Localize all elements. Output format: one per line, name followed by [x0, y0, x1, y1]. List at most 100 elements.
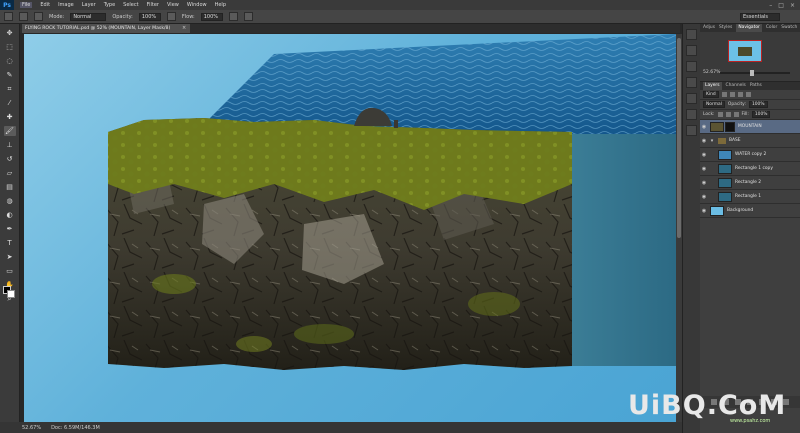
- menu-view[interactable]: View: [167, 2, 179, 8]
- tab-swatches[interactable]: Swatch: [781, 24, 797, 32]
- type-tool-icon[interactable]: T: [4, 238, 16, 248]
- visibility-eye-icon[interactable]: ◉: [700, 180, 708, 186]
- opacity-field[interactable]: 100%: [138, 12, 161, 21]
- chevron-down-icon[interactable]: ▾: [708, 138, 716, 144]
- character-panel-icon[interactable]: [686, 77, 697, 88]
- menu-help[interactable]: Help: [215, 2, 226, 8]
- navigator-preview[interactable]: [728, 40, 762, 62]
- maximize-button[interactable]: □: [778, 2, 784, 9]
- marquee-tool-icon[interactable]: ⬚: [4, 42, 16, 52]
- menu-layer[interactable]: Layer: [82, 2, 96, 8]
- path-select-tool-icon[interactable]: ➤: [4, 252, 16, 262]
- layer-name: BASE: [729, 138, 741, 143]
- lasso-tool-icon[interactable]: ◌: [4, 56, 16, 66]
- history-brush-tool-icon[interactable]: ↺: [4, 154, 16, 164]
- layer-opacity-field[interactable]: 100%: [748, 101, 768, 108]
- menu-image[interactable]: Image: [58, 2, 74, 8]
- fill-field[interactable]: 100%: [751, 111, 771, 118]
- navigator-zoom-slider[interactable]: [720, 70, 790, 76]
- properties-panel-icon[interactable]: [686, 45, 697, 56]
- brush-tool-icon[interactable]: [4, 12, 13, 21]
- minimize-button[interactable]: –: [769, 2, 772, 9]
- layer-row[interactable]: ◉ MOUNTAIN: [700, 120, 800, 134]
- layer-mask-thumbnail[interactable]: [725, 121, 735, 132]
- lock-label: Lock:: [703, 112, 715, 117]
- tab-styles[interactable]: Styles: [719, 24, 732, 32]
- lock-position-icon[interactable]: [725, 112, 731, 117]
- pressure-opacity-icon[interactable]: [166, 12, 176, 21]
- right-panels: Adjus Styles Navigator Color Swatch 52.6…: [700, 24, 800, 433]
- brush-panel-icon[interactable]: [34, 12, 43, 21]
- workspace-select[interactable]: Essentials: [740, 12, 780, 21]
- visibility-eye-icon[interactable]: ◉: [700, 166, 708, 172]
- brush-tool-icon[interactable]: 🖌: [3, 126, 16, 136]
- menu-window[interactable]: Window: [187, 2, 207, 8]
- tab-channels[interactable]: Channels: [726, 82, 746, 90]
- adjustment-filter-icon[interactable]: [729, 92, 735, 97]
- blur-tool-icon[interactable]: ◍: [4, 196, 16, 206]
- layer-kind-filter[interactable]: Kind: [703, 91, 719, 98]
- paragraph-panel-icon[interactable]: [686, 93, 697, 104]
- document-tab[interactable]: FLYING ROCK TUTORIAL.psd @ 52% (MOUNTAIN…: [22, 24, 190, 33]
- menu-file[interactable]: File: [20, 2, 33, 8]
- layer-row[interactable]: ◉ Background: [700, 204, 800, 218]
- gradient-tool-icon[interactable]: ▤: [4, 182, 16, 192]
- pixel-filter-icon[interactable]: [721, 92, 727, 97]
- visibility-eye-icon[interactable]: ◉: [700, 194, 708, 200]
- menu-select[interactable]: Select: [123, 2, 138, 8]
- tab-layers[interactable]: Layers: [703, 82, 722, 90]
- history-panel-icon[interactable]: [686, 29, 697, 40]
- watermark-logo: UiBQ.CoM: [628, 390, 787, 421]
- brush-preset-icon[interactable]: [19, 12, 28, 21]
- tab-navigator[interactable]: Navigator: [736, 24, 762, 32]
- layer-group-row[interactable]: ◉ ▾ BASE: [700, 134, 800, 148]
- dodge-tool-icon[interactable]: ◐: [4, 210, 16, 220]
- menu-filter[interactable]: Filter: [147, 2, 159, 8]
- zoom-slider-knob[interactable]: [750, 70, 754, 76]
- clone-source-panel-icon[interactable]: [686, 125, 697, 136]
- options-bar: Mode: Normal Opacity: 100% Flow: 100% Es…: [0, 10, 800, 24]
- clone-stamp-tool-icon[interactable]: ⊥: [4, 140, 16, 150]
- layer-row[interactable]: ◉ Rectangle 1: [700, 190, 800, 204]
- tools-panel: ✥ ⬚ ◌ ✎ ⌗ ⁄ ✚ 🖌 ⊥ ↺ ▱ ▤ ◍ ◐ ✒ T ➤ ▭ ✋ ⌕: [0, 24, 20, 422]
- tab-paths[interactable]: Paths: [750, 82, 762, 90]
- flow-field[interactable]: 100%: [200, 12, 223, 21]
- visibility-eye-icon[interactable]: ◉: [700, 138, 708, 144]
- move-tool-icon[interactable]: ✥: [4, 28, 16, 38]
- healing-tool-icon[interactable]: ✚: [4, 112, 16, 122]
- blend-mode-select[interactable]: Normal: [703, 101, 725, 108]
- quick-select-tool-icon[interactable]: ✎: [4, 70, 16, 80]
- tab-adjustments[interactable]: Adjus: [703, 24, 715, 32]
- crop-tool-icon[interactable]: ⌗: [4, 84, 16, 94]
- canvas[interactable]: [24, 34, 676, 422]
- layer-row[interactable]: ◉ Rectangle 1 copy: [700, 162, 800, 176]
- pressure-size-icon[interactable]: [243, 12, 253, 21]
- shape-filter-icon[interactable]: [745, 92, 751, 97]
- scrollbar-thumb[interactable]: [677, 38, 681, 238]
- info-panel-icon[interactable]: [686, 61, 697, 72]
- eraser-tool-icon[interactable]: ▱: [4, 168, 16, 178]
- airbrush-icon[interactable]: [228, 12, 238, 21]
- pen-tool-icon[interactable]: ✒: [4, 224, 16, 234]
- close-button[interactable]: ×: [790, 2, 795, 9]
- layer-row[interactable]: ◉ Rectangle 2: [700, 176, 800, 190]
- shape-tool-icon[interactable]: ▭: [4, 266, 16, 276]
- lock-pixels-icon[interactable]: [717, 112, 723, 117]
- visibility-eye-icon[interactable]: ◉: [700, 208, 708, 214]
- mode-select[interactable]: Normal: [70, 12, 107, 21]
- navigator-zoom[interactable]: 52.67%: [703, 70, 721, 75]
- eyedropper-tool-icon[interactable]: ⁄: [4, 98, 16, 108]
- visibility-eye-icon[interactable]: ◉: [700, 124, 708, 130]
- navigator-panel: 52.67%: [700, 32, 800, 82]
- layer-row[interactable]: ◉ WATER copy 2: [700, 148, 800, 162]
- type-filter-icon[interactable]: [737, 92, 743, 97]
- zoom-level[interactable]: 52.67%: [22, 425, 41, 431]
- brush-panel-icon[interactable]: [686, 109, 697, 120]
- lock-all-icon[interactable]: [733, 112, 739, 117]
- menu-type[interactable]: Type: [104, 2, 115, 8]
- close-tab-icon[interactable]: ×: [182, 24, 186, 33]
- menu-edit[interactable]: Edit: [40, 2, 50, 8]
- background-color-swatch[interactable]: [7, 290, 15, 298]
- visibility-eye-icon[interactable]: ◉: [700, 152, 708, 158]
- tab-color[interactable]: Color: [766, 24, 777, 32]
